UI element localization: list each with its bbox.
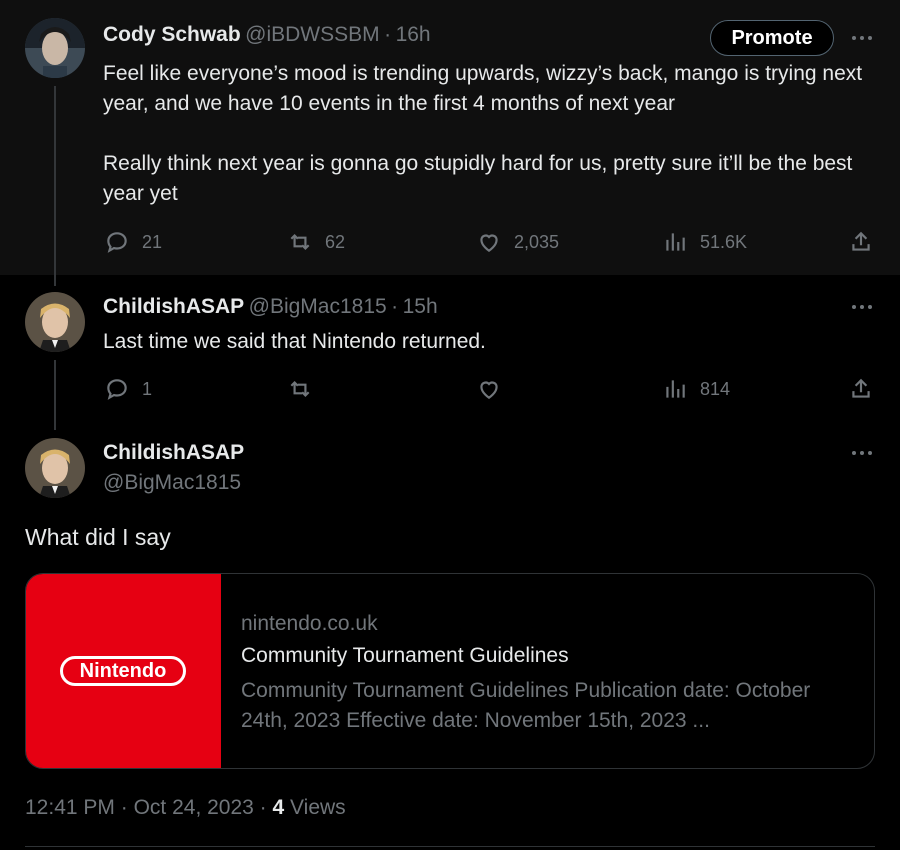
avatar-childish-icon: [25, 292, 85, 352]
views-count: 51.6K: [700, 231, 748, 252]
heart-icon: [480, 381, 498, 399]
user-handle[interactable]: @iBDWSSBM: [245, 23, 380, 46]
share-button[interactable]: [848, 229, 874, 255]
more-icon: [852, 451, 872, 455]
reply-count: 1: [142, 378, 153, 399]
more-options-button[interactable]: [850, 297, 878, 317]
share-button[interactable]: [848, 376, 874, 402]
like-button[interactable]: 2,035: [476, 229, 559, 255]
reply-icon: [107, 232, 127, 253]
tweet-text: Feel like everyone’s mood is trending up…: [103, 62, 863, 205]
display-name[interactable]: Cody Schwab: [103, 23, 241, 46]
tweet-text: What did I say: [25, 524, 171, 550]
divider: [25, 846, 875, 847]
views-button[interactable]: 51.6K: [662, 229, 747, 255]
nintendo-logo: Nintendo: [60, 656, 186, 686]
tweet-handle-row: @BigMac1815: [103, 471, 241, 495]
card-description: Community Tournament Guidelines Publicat…: [241, 679, 811, 732]
footer-time[interactable]: 12:41 PM: [25, 796, 115, 819]
user-handle[interactable]: @BigMac1815: [103, 471, 241, 494]
more-icon: [852, 305, 872, 309]
tweet-header: ChildishASAP @BigMac1815 · 15h: [103, 295, 438, 319]
user-handle[interactable]: @BigMac1815: [249, 295, 387, 318]
display-name[interactable]: ChildishASAP: [103, 441, 244, 464]
avatar[interactable]: [25, 292, 85, 352]
views-button[interactable]: 814: [662, 376, 730, 402]
more-options-button[interactable]: [850, 28, 878, 48]
avatar-childish-icon: [25, 438, 85, 498]
avatar[interactable]: [25, 438, 85, 498]
thread-line: [54, 86, 56, 286]
timestamp[interactable]: 16h: [396, 23, 431, 46]
tweet-cody-schwab[interactable]: Cody Schwab @iBDWSSBM · 16h Promote Feel…: [0, 0, 900, 286]
reply-icon: [107, 379, 127, 400]
avatar-cody-icon: [25, 18, 85, 78]
tweet-header: Cody Schwab @iBDWSSBM · 16h: [103, 23, 431, 47]
more-options-button[interactable]: [850, 443, 878, 463]
repost-count: 62: [325, 231, 346, 252]
card-domain: nintendo.co.uk: [241, 612, 378, 635]
share-icon: [852, 378, 870, 398]
reply-button[interactable]: 21: [104, 229, 162, 255]
footer-views-count: 4: [272, 796, 285, 819]
reply-count: 21: [142, 231, 163, 252]
repost-icon: [290, 380, 310, 398]
repost-button[interactable]: [287, 376, 313, 402]
separator: ·: [391, 295, 399, 318]
avatar[interactable]: [25, 18, 85, 78]
timestamp[interactable]: 15h: [403, 295, 438, 318]
repost-button[interactable]: 62: [287, 229, 345, 255]
card-image: Nintendo: [26, 574, 221, 768]
thread-line: [54, 360, 56, 430]
reply-button[interactable]: 1: [104, 376, 152, 402]
promote-button[interactable]: Promote: [710, 20, 834, 56]
tweet-text: Last time we said that Nintendo returned…: [103, 330, 486, 353]
card-title: Community Tournament Guidelines: [241, 644, 569, 667]
more-icon: [852, 36, 872, 40]
separator: ·: [259, 796, 267, 819]
separator: ·: [384, 23, 392, 46]
footer-views-label: Views: [290, 796, 346, 819]
link-card[interactable]: Nintendo nintendo.co.uk Community Tourna…: [25, 573, 875, 769]
tweet-header: ChildishASAP: [103, 441, 244, 465]
tweet-footer: 12:41 PM · Oct 24, 2023 · 4 Views: [25, 796, 346, 820]
like-button[interactable]: [476, 376, 502, 402]
views-icon: [666, 233, 685, 251]
repost-icon: [290, 233, 310, 251]
display-name[interactable]: ChildishASAP: [103, 295, 244, 318]
views-icon: [666, 380, 685, 398]
heart-icon: [480, 234, 498, 252]
views-count: 814: [700, 378, 731, 399]
footer-date[interactable]: Oct 24, 2023: [134, 796, 254, 819]
share-icon: [852, 231, 870, 251]
like-count: 2,035: [514, 231, 560, 252]
separator: ·: [120, 796, 128, 819]
